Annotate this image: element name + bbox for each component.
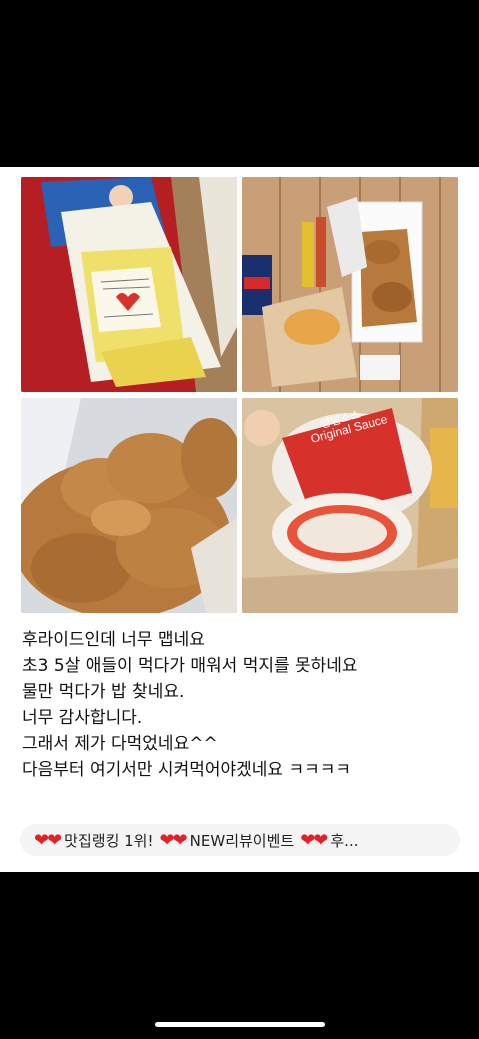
event-banner[interactable]: ❤❤ 맛집랭킹 1위! ❤❤ NEW리뷰이벤트 ❤❤ 후... (20, 824, 460, 856)
banner-segment-ranking: 맛집랭킹 1위! (64, 831, 154, 850)
review-line: 너무 감사합니다. (22, 708, 143, 728)
review-photo-chicken[interactable] (21, 398, 237, 613)
sauce-cups-image: Original Sauce 양념소스 (242, 398, 458, 613)
heart-icon: ❤❤ (34, 829, 62, 851)
heart-icon: ❤❤ (159, 829, 188, 851)
review-line: 후라이드인데 너무 맵네요 (22, 630, 205, 650)
home-indicator[interactable] (155, 1022, 325, 1027)
review-line: 그래서 제가 다먹었네요^^ (22, 734, 218, 754)
review-line: 물만 먹다가 밥 찾네요. (22, 682, 185, 702)
review-photo-box[interactable] (242, 177, 458, 392)
heart-icon: ❤❤ (300, 829, 328, 851)
chicken-box-image (242, 177, 458, 392)
review-photo-receipt[interactable] (21, 177, 237, 392)
banner-segment-event: NEW리뷰이벤트 (189, 831, 295, 850)
banner-segment-more: 후... (330, 831, 359, 850)
fried-chicken-image (21, 398, 237, 613)
review-content: Original Sauce 양념소스 후라이드인데 너무 맵네요 초3 5살 … (0, 167, 479, 872)
receipt-note-image (21, 177, 237, 392)
review-line: 초3 5살 애들이 먹다가 매워서 먹지를 못하네요 (22, 656, 358, 676)
review-text: 후라이드인데 너무 맵네요 초3 5살 애들이 먹다가 매워서 먹지를 못하네요… (22, 627, 462, 783)
review-line: 다음부터 여기서만 시켜먹어야겠네요 ㅋㅋㅋㅋ (22, 760, 352, 780)
review-photo-sauce[interactable]: Original Sauce 양념소스 (242, 398, 458, 613)
